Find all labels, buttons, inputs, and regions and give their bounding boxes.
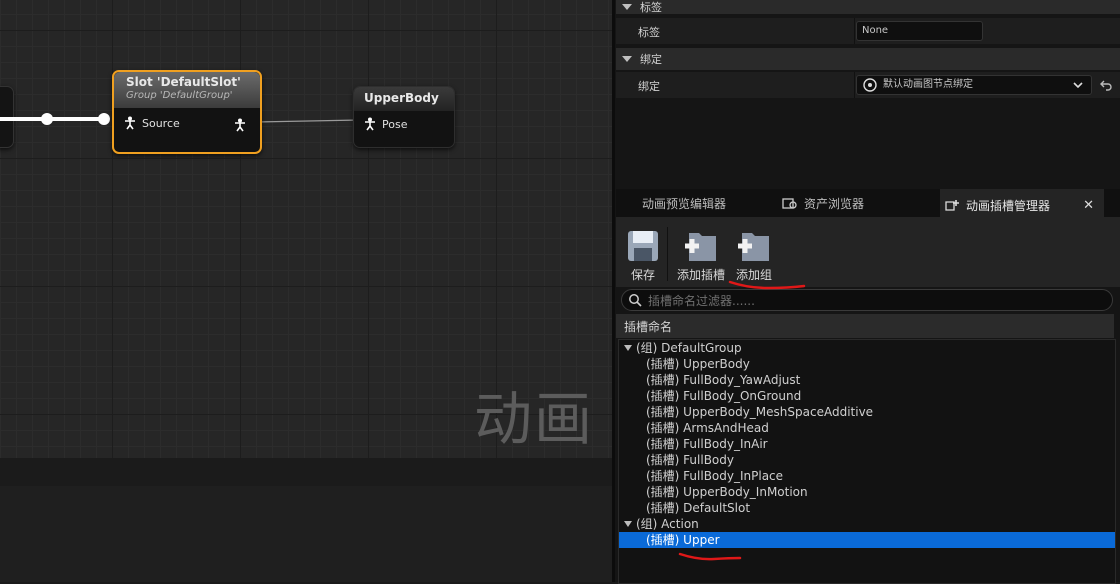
binding-icon bbox=[863, 78, 877, 92]
column-separator[interactable] bbox=[854, 18, 855, 44]
slot-source-pin[interactable]: Source bbox=[114, 108, 260, 138]
add-group-label: 添加组 bbox=[735, 268, 772, 282]
toolbar-separator bbox=[667, 227, 668, 281]
save-button[interactable]: 保存 bbox=[624, 229, 662, 283]
slot-list-header[interactable]: 插槽命名 bbox=[616, 314, 1114, 338]
save-label: 保存 bbox=[630, 268, 655, 282]
slot-node[interactable]: Slot 'DefaultSlot' Group 'DefaultGroup' … bbox=[112, 70, 262, 154]
pose-output-pin-icon[interactable] bbox=[234, 118, 246, 132]
upperbody-pose-label: Pose bbox=[382, 117, 408, 131]
upperbody-pose-pin[interactable]: Pose bbox=[354, 111, 454, 137]
expand-arrow-icon[interactable] bbox=[624, 521, 632, 527]
slot-node-title: Slot 'DefaultSlot' bbox=[126, 75, 241, 89]
slot-label: (插槽) FullBody_YawAdjust bbox=[646, 373, 801, 387]
column-separator[interactable] bbox=[854, 72, 855, 98]
slot-label: (插槽) UpperBody_MeshSpaceAdditive bbox=[646, 405, 874, 419]
binding-dropdown[interactable]: 默认动画图节点绑定 bbox=[856, 75, 1092, 95]
tag-field[interactable]: None bbox=[856, 21, 983, 41]
slot-tree[interactable]: (组) DefaultGroup (插槽) UpperBody (插槽) Ful… bbox=[618, 339, 1116, 584]
tag-value: None bbox=[862, 25, 889, 36]
tag-section-header[interactable]: 标签 bbox=[616, 0, 1120, 14]
slot-row[interactable]: (插槽) FullBody_InPlace bbox=[619, 468, 1115, 484]
slot-source-label: Source bbox=[142, 116, 180, 130]
slot-manager-toolbar: 保存 添加插槽 添加组 bbox=[616, 217, 1120, 287]
panel-divider[interactable] bbox=[612, 0, 615, 582]
tab-anim-preview-editor[interactable]: 动画预览编辑器 bbox=[626, 189, 782, 217]
tag-label: 标签 bbox=[638, 26, 660, 39]
binding-section-header[interactable]: 绑定 bbox=[616, 48, 1120, 70]
tab-label: 动画插槽管理器 bbox=[966, 198, 1051, 213]
slot-row[interactable]: (插槽) DefaultSlot bbox=[619, 500, 1115, 516]
upperbody-node-title: UpperBody bbox=[364, 91, 439, 105]
slot-row-selected[interactable]: (插槽) Upper bbox=[619, 532, 1115, 548]
upperbody-node-header: UpperBody bbox=[354, 87, 454, 111]
graph-watermark: 动画 bbox=[474, 385, 595, 453]
save-icon bbox=[628, 231, 658, 261]
slot-manager-icon bbox=[945, 200, 959, 211]
reset-arrow-icon[interactable] bbox=[1100, 79, 1112, 91]
slot-label: (插槽) ArmsAndHead bbox=[646, 421, 769, 435]
slot-row[interactable]: (插槽) UpperBody bbox=[619, 356, 1115, 372]
expand-arrow-icon[interactable] bbox=[624, 345, 632, 351]
slot-row[interactable]: (插槽) FullBody_InAir bbox=[619, 436, 1115, 452]
binding-label: 绑定 bbox=[638, 80, 660, 93]
slot-label: (插槽) FullBody_InPlace bbox=[646, 469, 784, 483]
slot-row[interactable]: (插槽) FullBody_YawAdjust bbox=[619, 372, 1115, 388]
tag-property-row: 标签 None bbox=[616, 18, 1120, 44]
asset-browser-icon bbox=[782, 198, 797, 209]
search-icon bbox=[629, 294, 642, 307]
binding-value: 默认动画图节点绑定 bbox=[883, 79, 973, 90]
slot-row[interactable]: (插槽) ArmsAndHead bbox=[619, 420, 1115, 436]
tab-label: 动画预览编辑器 bbox=[642, 196, 727, 211]
graph-bottom-strip bbox=[0, 458, 612, 486]
upperbody-result-node[interactable]: UpperBody Pose bbox=[353, 86, 455, 148]
slot-node-header: Slot 'DefaultSlot' Group 'DefaultGroup' bbox=[114, 72, 260, 108]
chevron-down-icon bbox=[1073, 82, 1083, 89]
add-slot-label: 添加插槽 bbox=[676, 268, 725, 282]
collapse-arrow-icon bbox=[622, 4, 632, 10]
group-label: (组) Action bbox=[636, 517, 699, 531]
slot-label: (插槽) FullBody_OnGround bbox=[646, 389, 802, 403]
slot-label: (插槽) FullBody bbox=[646, 453, 734, 467]
pose-wire-left bbox=[0, 113, 110, 125]
add-folder-icon bbox=[685, 233, 716, 261]
slot-list-header-label: 插槽命名 bbox=[624, 320, 673, 334]
add-folder-icon bbox=[738, 233, 769, 261]
slot-row[interactable]: (插槽) FullBody bbox=[619, 452, 1115, 468]
tag-section-title: 标签 bbox=[640, 1, 662, 14]
tab-asset-browser[interactable]: 资产浏览器 bbox=[776, 189, 932, 217]
slot-row[interactable]: (插槽) UpperBody_MeshSpaceAdditive bbox=[619, 404, 1115, 420]
slot-label: (插槽) DefaultSlot bbox=[646, 501, 751, 515]
slot-node-subtitle: Group 'DefaultGroup' bbox=[126, 90, 233, 101]
slot-label: (插槽) UpperBody bbox=[646, 357, 750, 371]
slot-label: (插槽) UpperBody_InMotion bbox=[646, 485, 808, 499]
slot-filter-search[interactable]: 插槽命名过滤器...... bbox=[621, 289, 1113, 311]
tab-anim-slot-manager[interactable]: 动画插槽管理器 ✕ bbox=[940, 189, 1104, 219]
group-row-defaultgroup[interactable]: (组) DefaultGroup bbox=[619, 340, 1115, 356]
binding-section-title: 绑定 bbox=[640, 53, 662, 66]
tab-bar: 动画预览编辑器 资产浏览器 动画插槽管理器 ✕ bbox=[616, 189, 1120, 219]
pose-wire-right bbox=[256, 119, 360, 123]
slot-row[interactable]: (插槽) FullBody_OnGround bbox=[619, 388, 1115, 404]
group-row-action[interactable]: (组) Action bbox=[619, 516, 1115, 532]
tab-label: 资产浏览器 bbox=[804, 196, 865, 211]
graph-bottom-panel bbox=[0, 486, 612, 582]
slot-label: (插槽) FullBody_InAir bbox=[646, 437, 768, 451]
slot-row[interactable]: (插槽) UpperBody_InMotion bbox=[619, 484, 1115, 500]
close-icon[interactable]: ✕ bbox=[1083, 198, 1094, 213]
collapse-arrow-icon bbox=[622, 56, 632, 62]
search-placeholder: 插槽命名过滤器...... bbox=[648, 294, 755, 308]
add-group-button[interactable]: 添加组 bbox=[732, 229, 776, 283]
binding-property-row: 绑定 默认动画图节点绑定 bbox=[616, 72, 1120, 98]
group-label: (组) DefaultGroup bbox=[636, 341, 742, 355]
add-slot-button[interactable]: 添加插槽 bbox=[672, 229, 730, 283]
anim-graph-canvas[interactable]: Slot 'DefaultSlot' Group 'DefaultGroup' … bbox=[0, 0, 612, 458]
pose-pin-icon bbox=[365, 117, 375, 131]
slot-label: (插槽) Upper bbox=[646, 533, 720, 547]
pose-pin-icon bbox=[125, 116, 135, 130]
